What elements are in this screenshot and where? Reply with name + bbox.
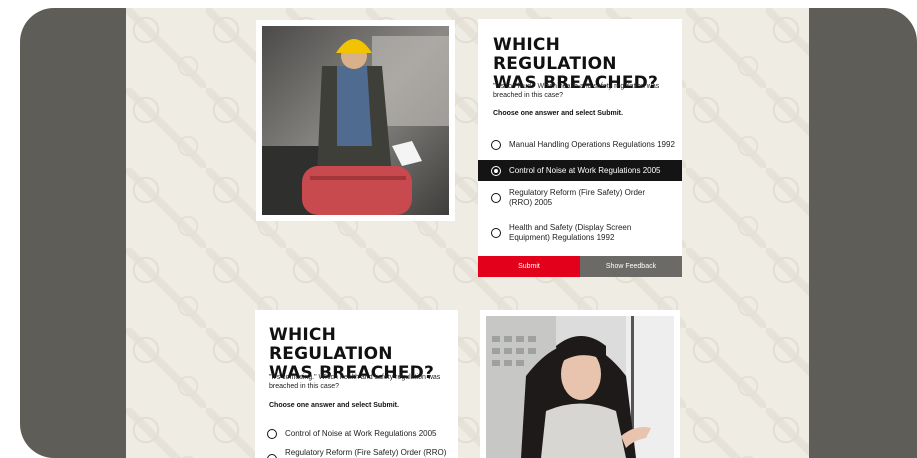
screen-frame: WHICH REGULATION WAS BREACHED? "It's too…: [20, 8, 917, 458]
answer-label: Regulatory Reform (Fire Safety) Order (R…: [285, 448, 447, 457]
question-card-2: WHICH REGULATION WAS BREACHED? "It's con…: [255, 310, 458, 458]
answer-label: Regulatory Reform (Fire Safety) Order (R…: [509, 188, 646, 207]
office-worker-photo: [486, 316, 674, 458]
answer-label: Control of Noise at Work Regulations 200…: [509, 165, 661, 175]
show-feedback-button[interactable]: Show Feedback: [580, 256, 682, 277]
radio-button-icon[interactable]: [491, 193, 501, 203]
answer-label: Control of Noise at Work Regulations 200…: [285, 429, 437, 438]
photo-card-worker: [256, 20, 455, 221]
answer-option-1[interactable]: Control of Noise at Work Regulations 200…: [255, 424, 458, 444]
course-content: WHICH REGULATION WAS BREACHED? "It's too…: [126, 8, 809, 458]
answer-option-3[interactable]: Regulatory Reform (Fire Safety) Order (R…: [478, 185, 682, 211]
answer-option-4[interactable]: Health and Safety (Display Screen Equipm…: [478, 220, 682, 246]
radio-button-icon[interactable]: [267, 454, 277, 458]
radio-button-icon[interactable]: [491, 228, 501, 238]
worker-photo: [262, 26, 449, 215]
answer-label: Health and Safety (Display Screen Equipm…: [509, 223, 632, 242]
radio-button-icon[interactable]: [267, 429, 277, 439]
radio-button-icon[interactable]: [491, 140, 501, 150]
answer-option-2[interactable]: Control of Noise at Work Regulations 200…: [478, 160, 682, 181]
photo-card-office: [480, 310, 680, 458]
question-instruction: Choose one answer and select Submit.: [269, 402, 399, 409]
answer-label: Manual Handling Operations Regulations 1…: [509, 140, 675, 149]
answer-option-1[interactable]: Manual Handling Operations Regulations 1…: [478, 135, 682, 155]
answer-option-2[interactable]: Regulatory Reform (Fire Safety) Order (R…: [255, 448, 458, 458]
question-text: "It's too loud." Which health and safety…: [493, 83, 660, 99]
radio-button-selected-icon[interactable]: [491, 165, 501, 176]
question-instruction: Choose one answer and select Submit.: [493, 110, 623, 117]
submit-button[interactable]: Submit: [478, 256, 580, 277]
question-card-1: WHICH REGULATION WAS BREACHED? "It's too…: [478, 19, 682, 277]
question-text: "It's confusing." Which health and safet…: [269, 374, 441, 390]
